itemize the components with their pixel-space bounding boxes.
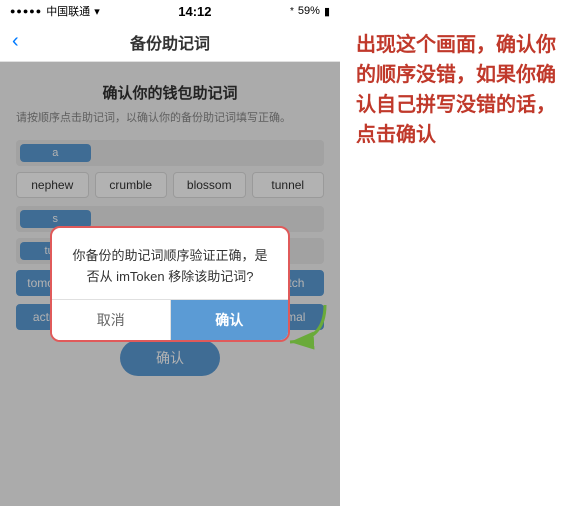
- phone-frame: ●●●●● 中国联通 ▾ 14:12 * 59% ▮ ‹ 备份助记词 确认你的钱…: [0, 0, 340, 506]
- dialog-overlay: 你备份的助记词顺序验证正确，是否从 imToken 移除该助记词? 取消 确认: [0, 62, 340, 506]
- battery-icon: ▮: [324, 5, 330, 18]
- nav-bar: ‹ 备份助记词: [0, 22, 340, 62]
- dialog-box: 你备份的助记词顺序验证正确，是否从 imToken 移除该助记词? 取消 确认: [50, 226, 290, 343]
- dialog-actions: 取消 确认: [52, 299, 288, 340]
- arrow-icon: [270, 300, 330, 350]
- signal-dots: ●●●●●: [10, 6, 42, 16]
- bluetooth-icon: *: [290, 6, 294, 17]
- annotation-panel: 出现这个画面，确认你的顺序没错，如果你确认自己拼写没错的话，点击确认: [340, 0, 570, 506]
- wifi-icon: ▾: [94, 5, 100, 18]
- time-display: 14:12: [178, 4, 211, 19]
- battery-label: 59%: [298, 5, 320, 17]
- dialog-message: 你备份的助记词顺序验证正确，是否从 imToken 移除该助记词?: [72, 246, 268, 288]
- status-bar: ●●●●● 中国联通 ▾ 14:12 * 59% ▮: [0, 0, 340, 22]
- annotation-text: 出现这个画面，确认你的顺序没错，如果你确认自己拼写没错的话，点击确认: [356, 30, 560, 150]
- dialog-body: 你备份的助记词顺序验证正确，是否从 imToken 移除该助记词?: [52, 228, 288, 300]
- arrow-container: [270, 300, 330, 355]
- carrier-label: 中国联通: [46, 3, 90, 19]
- page-title: 备份助记词: [130, 30, 210, 54]
- dialog-cancel-button[interactable]: 取消: [52, 300, 171, 340]
- back-button[interactable]: ‹: [12, 30, 19, 53]
